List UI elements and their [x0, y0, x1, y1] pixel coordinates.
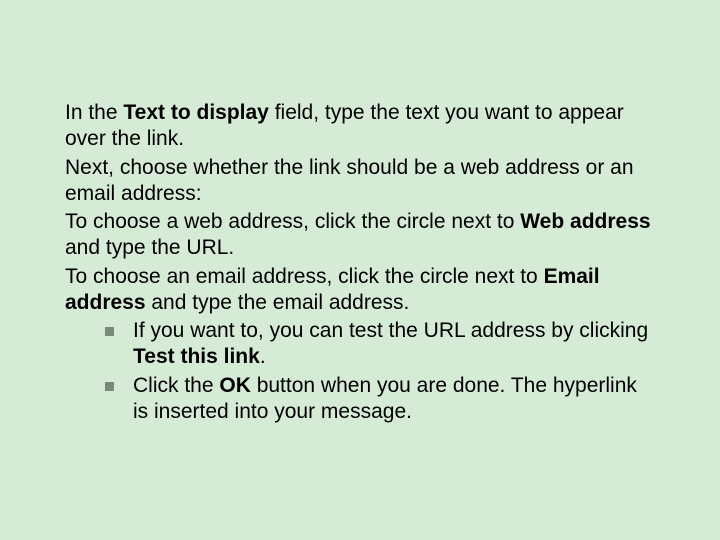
- text: and type the URL.: [65, 236, 234, 259]
- text: To choose a web address, click the circl…: [65, 210, 520, 233]
- bold-web-address: Web address: [520, 210, 650, 233]
- body-text: In the Text to display field, type the t…: [65, 100, 655, 425]
- text: .: [260, 345, 266, 368]
- paragraph-email-address: To choose an email address, click the ci…: [65, 264, 655, 317]
- list-item: If you want to, you can test the URL add…: [105, 318, 655, 371]
- bullet-list: If you want to, you can test the URL add…: [65, 318, 655, 425]
- text: In the: [65, 101, 123, 124]
- square-bullet-icon: [105, 327, 114, 336]
- square-bullet-icon: [105, 382, 114, 391]
- text: Click the: [133, 374, 219, 397]
- text: If you want to, you can test the URL add…: [133, 319, 648, 342]
- list-item: Click the OK button when you are done. T…: [105, 373, 655, 426]
- bold-text-to-display: Text to display: [123, 101, 268, 124]
- text: To choose an email address, click the ci…: [65, 265, 544, 288]
- bold-test-this-link: Test this link: [133, 345, 260, 368]
- bold-ok: OK: [219, 374, 251, 397]
- text: and type the email address.: [146, 291, 410, 314]
- paragraph-web-address: To choose a web address, click the circl…: [65, 209, 655, 262]
- slide: In the Text to display field, type the t…: [0, 0, 720, 540]
- paragraph-choose-type: Next, choose whether the link should be …: [65, 155, 655, 208]
- paragraph-text-to-display: In the Text to display field, type the t…: [65, 100, 655, 153]
